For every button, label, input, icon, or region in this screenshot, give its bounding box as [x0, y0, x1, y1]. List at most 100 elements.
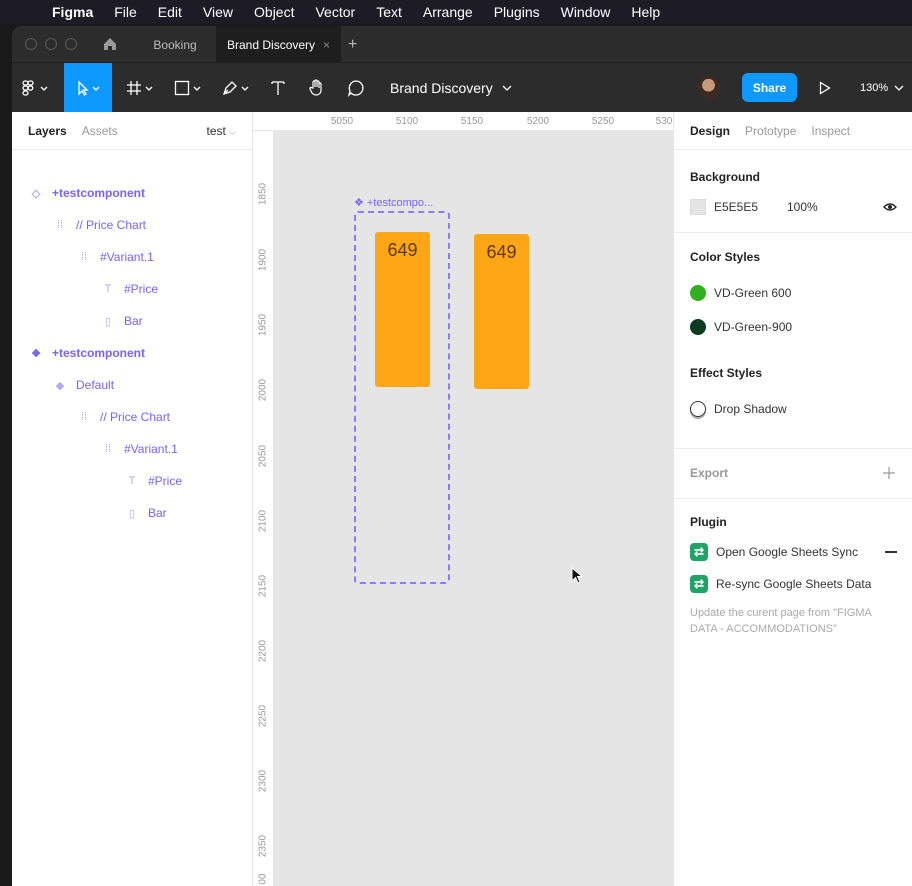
horizontal-ruler: 5050 5100 5150 5200 5250 530: [253, 112, 673, 131]
rectangle-icon: [174, 80, 201, 95]
ruler-tick-label: 530: [655, 116, 673, 127]
main-menu-button[interactable]: [12, 63, 60, 112]
color-styles-title: Color Styles: [690, 250, 761, 264]
chevron-down-icon: [502, 85, 512, 91]
plugin-item[interactable]: ⇄ Open Google Sheets Sync: [690, 543, 897, 561]
canvas[interactable]: ❖ +testcompo... 649 649: [274, 131, 673, 886]
add-export-icon[interactable]: [883, 467, 895, 479]
menu-plugins[interactable]: Plugins: [494, 4, 540, 20]
tab-layers[interactable]: Layers: [28, 124, 67, 138]
menu-object[interactable]: Object: [254, 4, 294, 20]
layer-item[interactable]: ⁞⁞ // Price Chart: [76, 401, 170, 433]
menu-edit[interactable]: Edit: [158, 4, 182, 20]
menu-window[interactable]: Window: [561, 4, 611, 20]
tab-inspect[interactable]: Inspect: [811, 124, 850, 138]
menu-view[interactable]: View: [203, 4, 233, 20]
layer-label: +testcomponent: [52, 186, 146, 200]
layer-item[interactable]: T #Price: [100, 273, 158, 305]
layer-item[interactable]: ❖ +testcomponent: [28, 337, 145, 369]
pen-tool-button[interactable]: [215, 63, 259, 112]
menu-arrange[interactable]: Arrange: [423, 4, 473, 20]
background-hex[interactable]: E5E5E5: [714, 200, 787, 214]
move-tool-button[interactable]: [64, 63, 112, 112]
color-style-item[interactable]: VD-Green 600: [690, 285, 791, 301]
layer-item[interactable]: ▯ Bar: [100, 305, 143, 337]
text-icon: T: [104, 283, 112, 295]
avatar[interactable]: [697, 76, 720, 99]
frame-tool-button[interactable]: [119, 63, 163, 112]
bar-component[interactable]: 649: [375, 232, 430, 387]
google-sheets-sync-icon: ⇄: [690, 543, 708, 561]
ruler-tick-label: 5050: [330, 116, 354, 127]
effect-styles-title: Effect Styles: [690, 366, 763, 380]
component-outline-icon: ◇: [31, 187, 41, 200]
menu-vector[interactable]: Vector: [315, 4, 355, 20]
layer-label: #Variant.1: [100, 250, 154, 264]
comment-tool-button[interactable]: [341, 63, 371, 112]
plugin-description: Update the curent page from "FIGMA DATA …: [690, 607, 872, 635]
close-tab-icon[interactable]: ×: [323, 38, 330, 52]
home-icon[interactable]: [102, 36, 118, 52]
menu-file[interactable]: File: [114, 4, 137, 20]
plugin-name: Open Google Sheets Sync: [716, 545, 859, 559]
layer-label: // Price Chart: [76, 218, 147, 232]
frame-dotted-icon: ⁞⁞: [104, 443, 112, 455]
ruler-tick-label: 5100: [395, 116, 419, 127]
ruler-tick-label: 1850: [257, 182, 269, 206]
minimize-window-button[interactable]: [45, 38, 57, 50]
divider: [674, 498, 912, 499]
menu-text[interactable]: Text: [376, 4, 402, 20]
layer-item[interactable]: T #Price: [124, 465, 182, 497]
share-button[interactable]: Share: [742, 73, 797, 102]
layer-item[interactable]: ⁞⁞ #Variant.1: [76, 241, 154, 273]
text-tool-button[interactable]: [263, 63, 293, 112]
color-style-item[interactable]: VD-Green-900: [690, 319, 792, 335]
document-name-dropdown[interactable]: Brand Discovery: [390, 63, 512, 112]
drop-shadow-icon: [690, 401, 706, 417]
ruler-tick-label: 5150: [460, 116, 484, 127]
tab-booking-label: Booking: [153, 37, 197, 52]
zoom-dropdown[interactable]: 130%: [860, 63, 904, 112]
price-text: 649: [387, 240, 418, 260]
zoom-window-button[interactable]: [65, 38, 77, 50]
color-swatch: [690, 319, 706, 335]
page-selector[interactable]: test ⌵: [206, 124, 236, 138]
color-swatch: [690, 285, 706, 301]
tab-brand-discovery[interactable]: Brand Discovery ×: [216, 26, 341, 63]
component-set-label[interactable]: ❖ +testcompo...: [354, 196, 433, 209]
effect-style-item[interactable]: Drop Shadow: [690, 401, 787, 417]
variant-icon: ◆: [55, 379, 65, 392]
rectangle-icon: ▯: [104, 315, 112, 328]
close-window-button[interactable]: [25, 38, 37, 50]
add-tab-button[interactable]: +: [348, 26, 362, 63]
background-opacity[interactable]: 100%: [787, 200, 818, 214]
layer-item[interactable]: ⁞⁞ #Variant.1: [100, 433, 178, 465]
menu-app-name[interactable]: Figma: [52, 4, 93, 20]
bar-instance[interactable]: 649: [474, 234, 529, 389]
shape-tool-button[interactable]: [167, 63, 211, 112]
hand-tool-button[interactable]: [302, 63, 332, 112]
ruler-tick-label: 1950: [257, 313, 269, 337]
plugin-item[interactable]: ⇄ Re-sync Google Sheets Data: [690, 575, 871, 593]
layer-item[interactable]: ▯ Bar: [124, 497, 167, 529]
layer-label: +testcomponent: [52, 346, 146, 360]
present-button[interactable]: [810, 63, 840, 112]
layer-item[interactable]: ◆ Default: [52, 369, 114, 401]
layer-label: Bar: [148, 506, 167, 520]
tab-assets[interactable]: Assets: [82, 124, 118, 138]
tab-booking[interactable]: Booking: [132, 26, 218, 63]
ruler-tick-label: 2150: [257, 574, 269, 598]
tab-design[interactable]: Design: [690, 124, 730, 138]
layer-item[interactable]: ◇ +testcomponent: [28, 177, 145, 209]
component-set-icon: ❖: [354, 197, 364, 209]
tab-prototype[interactable]: Prototype: [745, 124, 796, 138]
plugin-name: Re-sync Google Sheets Data: [716, 577, 872, 591]
layer-item[interactable]: ⁞⁞ // Price Chart: [52, 209, 146, 241]
eye-icon[interactable]: [883, 202, 897, 212]
background-swatch[interactable]: [690, 199, 706, 215]
figma-logo-icon: [22, 79, 48, 96]
properties-tabs: Design Prototype Inspect: [674, 112, 912, 150]
frame-icon: [127, 80, 153, 95]
remove-plugin-icon[interactable]: [885, 551, 897, 553]
menu-help[interactable]: Help: [631, 4, 660, 20]
